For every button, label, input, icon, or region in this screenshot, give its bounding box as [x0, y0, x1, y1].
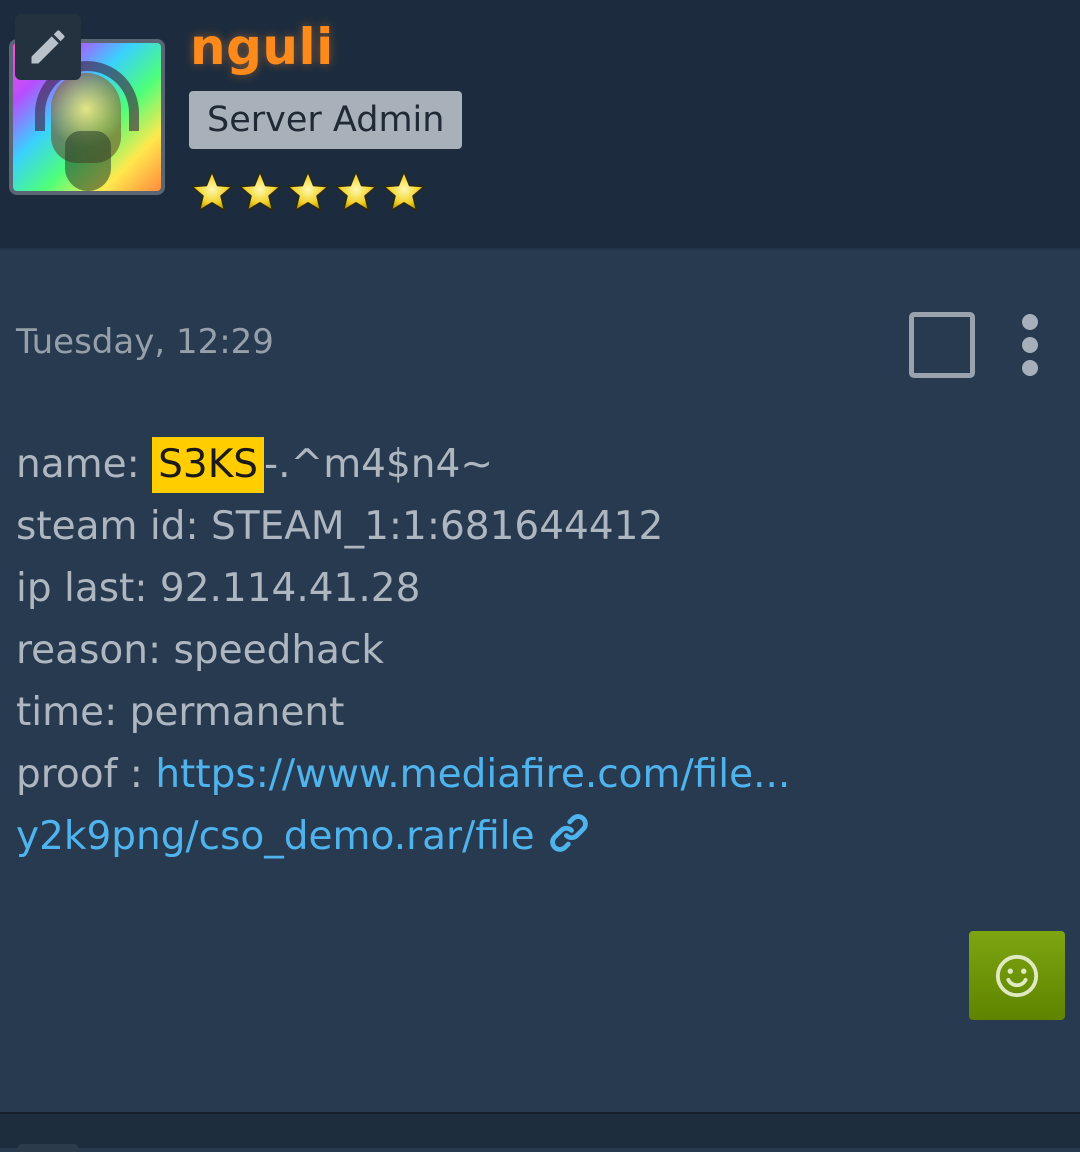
react-button[interactable] — [969, 931, 1065, 1020]
link-icon[interactable] — [547, 811, 591, 874]
star-icon — [381, 169, 427, 213]
field-value: speedhack — [173, 628, 384, 673]
pencil-icon — [31, 30, 65, 64]
field-label: ip last: — [16, 566, 160, 611]
select-checkbox[interactable] — [909, 312, 975, 378]
post-author-header: nguli Server Admin — [0, 0, 1080, 250]
post-line-reason: reason: speedhack — [16, 620, 1056, 682]
field-value: STEAM_1:1:681644412 — [211, 504, 664, 549]
field-value: 92.114.41.28 — [159, 566, 421, 611]
avatar-beard — [65, 131, 111, 191]
post-container: Tuesday, 12:29 name: S3KS -.^m4$n4~ steam… — [0, 252, 1080, 1112]
edit-button[interactable] — [15, 14, 81, 80]
star-icon — [237, 169, 283, 213]
bottom-bar — [0, 1112, 1080, 1152]
link-icon-svg — [549, 814, 588, 852]
rating-stars — [189, 163, 427, 223]
more-options-button[interactable] — [1010, 314, 1050, 376]
star-icon — [189, 169, 235, 213]
field-value: permanent — [129, 690, 345, 735]
highlighted-text: S3KS — [152, 437, 265, 493]
smiley-icon — [995, 954, 1039, 997]
post-line-ip: ip last: 92.114.41.28 — [16, 558, 1056, 620]
post-timestamp: Tuesday, 12:29 — [16, 322, 274, 362]
post-line-name: name: S3KS -.^m4$n4~ — [16, 434, 1056, 496]
username[interactable]: nguli — [190, 18, 334, 76]
bottom-bar-handle[interactable] — [18, 1144, 78, 1152]
star-icon — [285, 169, 331, 213]
field-label: steam id: — [16, 504, 212, 549]
proof-link-continued[interactable]: y2k9png/cso_demo.rar/file — [16, 814, 535, 859]
proof-link[interactable]: https://www.mediafire.com/file... — [155, 752, 790, 797]
field-value: -.^m4$n4~ — [264, 442, 494, 487]
post-body: name: S3KS -.^m4$n4~ steam id: STEAM_1:1:… — [16, 434, 1056, 868]
field-label: name: — [16, 442, 153, 487]
more-vertical-icon-dot — [1022, 360, 1038, 376]
post-line-steam-id: steam id: STEAM_1:1:681644412 — [16, 496, 1056, 558]
more-vertical-icon — [1022, 314, 1038, 330]
role-badge: Server Admin — [189, 91, 463, 149]
star-icon — [333, 169, 379, 213]
post-line-proof-cont: y2k9png/cso_demo.rar/file — [16, 806, 1056, 868]
more-vertical-icon-dot — [1022, 337, 1038, 353]
field-label: time: — [16, 690, 130, 735]
post-line-time: time: permanent — [16, 682, 1056, 744]
field-label: reason: — [16, 628, 174, 673]
post-line-proof: proof : https://www.mediafire.com/file..… — [16, 744, 1056, 806]
field-label: proof : — [16, 752, 156, 797]
